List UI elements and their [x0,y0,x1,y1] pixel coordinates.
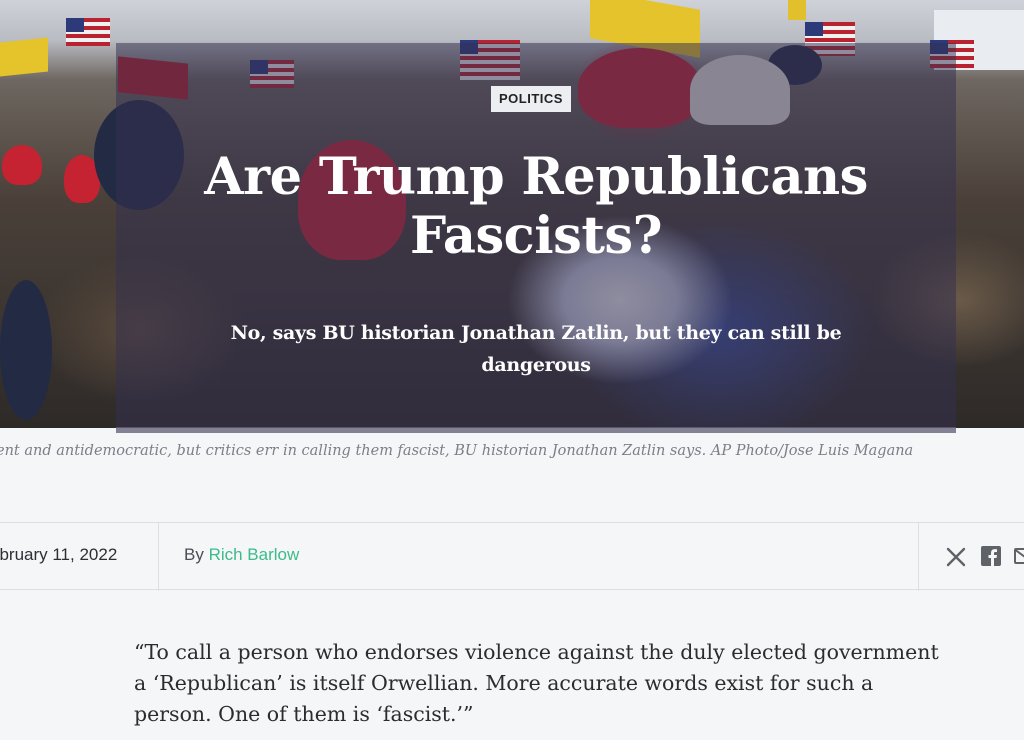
article-headline: Are Trump Republicans Fascists? [204,147,868,266]
byline: By Rich Barlow [184,545,299,565]
us-flag [66,18,110,46]
divider [158,523,159,591]
yellow-flag [788,0,806,20]
publish-date: ebruary 11, 2022 [0,545,118,564]
byline-label: By [184,545,204,564]
photo-caption: ent and antidemocratic, but critics err … [0,443,914,459]
category-tag[interactable]: POLITICS [491,86,571,112]
email-icon[interactable] [1014,545,1024,567]
article-pull-quote: “To call a person who endorses violence … [134,640,939,726]
yellow-flag [0,37,48,77]
dark-hat [0,280,52,420]
divider [918,523,919,591]
article-meta-bar: ebruary 11, 2022 By Rich Barlow [0,522,1024,591]
facebook-icon[interactable] [980,545,1002,567]
author-link[interactable]: Rich Barlow [209,545,300,564]
article-subhead: No, says BU historian Jonathan Zatlin, b… [230,322,842,376]
x-icon[interactable] [944,545,968,569]
red-hat [2,145,42,185]
